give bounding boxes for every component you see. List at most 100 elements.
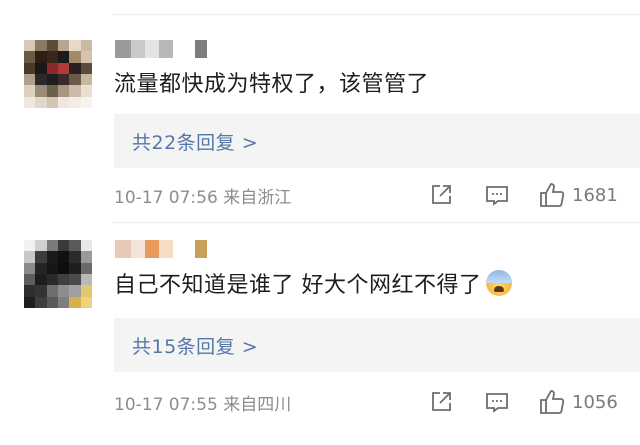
like-count: 1681: [572, 184, 618, 206]
avatar[interactable]: [24, 240, 92, 308]
reply-button[interactable]: [484, 181, 510, 209]
avatar-pixel: [46, 40, 58, 52]
avatar-pixel: [69, 85, 81, 97]
avatar-pixel: [69, 96, 81, 108]
avatar-pixel: [35, 85, 47, 97]
avatar-pixel: [69, 296, 81, 308]
share-icon: [432, 392, 451, 411]
avatar-pixel: [35, 285, 47, 297]
avatar-pixel: [46, 273, 58, 286]
avatar-pixel: [57, 240, 70, 252]
like-button[interactable]: 1056: [538, 388, 618, 416]
avatar-pixel: [24, 251, 36, 263]
avatar-pixel: [46, 285, 58, 297]
avatar-pixel: [24, 73, 36, 86]
avatar-pixel: [35, 273, 47, 286]
avatar-pixel: [80, 240, 92, 252]
avatar-pixel: [46, 251, 58, 263]
like-count: 1056: [572, 391, 618, 413]
avatar-pixel: [80, 262, 92, 274]
avatar-pixel: [46, 73, 58, 86]
username-pixel: [131, 40, 145, 58]
avatar-pixel: [69, 51, 81, 63]
avatar-pixel: [35, 73, 47, 86]
avatar-pixel: [57, 73, 70, 86]
avatar-pixel: [46, 96, 58, 108]
thumbs-up-icon: [540, 390, 565, 414]
avatar-pixel: [24, 40, 36, 52]
username-pixel: [145, 240, 159, 258]
comment-text-body: 自己不知道是谁了 好大个网红不得了: [114, 273, 482, 298]
username-pixel: [115, 40, 131, 58]
avatar-pixel: [80, 73, 92, 86]
avatar-pixel: [24, 273, 36, 286]
avatar-pixel: [69, 251, 81, 263]
username-pixel: [115, 240, 131, 258]
avatar-pixel: [24, 285, 36, 297]
avatar-pixel: [35, 296, 47, 308]
reply-button[interactable]: [484, 388, 510, 416]
comment-text: 流量都快成为特权了，该管管了: [114, 72, 430, 97]
username-pixel: [195, 240, 207, 258]
username-pixelated[interactable]: [115, 38, 215, 60]
avatar-pixel: [80, 273, 92, 286]
avatar-pixel: [46, 85, 58, 97]
avatar-pixel: [57, 273, 70, 286]
avatar-pixel: [35, 251, 47, 263]
avatar-pixel: [57, 40, 70, 52]
timestamp: 10-17 07:56 来自浙江: [114, 188, 292, 208]
avatar-pixel: [35, 262, 47, 274]
thumbs-up-icon: [540, 183, 565, 207]
avatar-pixel: [80, 85, 92, 97]
avatar-pixel: [24, 296, 36, 308]
avatar-pixel: [57, 251, 70, 263]
reply-summary-button[interactable]: 共15条回复 >: [114, 318, 640, 372]
avatar-pixel: [46, 51, 58, 63]
username-pixelated[interactable]: [115, 238, 215, 260]
avatar-pixel: [24, 51, 36, 63]
avatar-pixel: [57, 62, 70, 74]
avatar-pixel: [80, 251, 92, 263]
avatar-pixel: [80, 296, 92, 308]
avatar-pixel: [24, 240, 36, 252]
top-divider: [112, 14, 640, 15]
comment-meta: 10-17 07:56 来自浙江 1681: [114, 181, 640, 211]
comment-icon: [486, 393, 508, 413]
username-pixel: [131, 240, 145, 258]
avatar[interactable]: [24, 40, 92, 108]
avatar-pixel: [80, 96, 92, 108]
avatar-pixel: [35, 51, 47, 63]
share-button[interactable]: [428, 181, 454, 209]
avatar-pixel: [57, 85, 70, 97]
username-pixel: [195, 40, 207, 58]
share-icon: [432, 185, 451, 204]
avatar-pixel: [24, 96, 36, 108]
username-pixel: [173, 240, 195, 258]
username-pixel: [159, 240, 173, 258]
avatar-pixel: [57, 285, 70, 297]
avatar-pixel: [80, 285, 92, 297]
divider: [112, 222, 640, 223]
username-pixel: [159, 40, 173, 58]
avatar-pixel: [69, 240, 81, 252]
avatar-pixel: [69, 62, 81, 74]
avatar-pixel: [69, 262, 81, 274]
avatar-pixel: [69, 273, 81, 286]
avatar-pixel: [69, 285, 81, 297]
avatar-pixel: [35, 240, 47, 252]
avatar-pixel: [80, 40, 92, 52]
avatar-pixel: [46, 62, 58, 74]
avatar-pixel: [24, 262, 36, 274]
reply-summary-button[interactable]: 共22条回复 >: [114, 114, 640, 168]
username-pixel: [173, 40, 195, 58]
reply-summary-label: 共22条回复 >: [132, 131, 259, 154]
fearful-face-emoji-icon: [485, 270, 512, 296]
avatar-pixel: [35, 40, 47, 52]
share-button[interactable]: [428, 388, 454, 416]
avatar-pixel: [80, 62, 92, 74]
comment-text: 自己不知道是谁了 好大个网红不得了: [114, 270, 512, 301]
like-button[interactable]: 1681: [538, 181, 618, 209]
avatar-pixel: [24, 62, 36, 74]
reply-summary-label: 共15条回复 >: [132, 335, 259, 358]
avatar-pixel: [57, 296, 70, 308]
